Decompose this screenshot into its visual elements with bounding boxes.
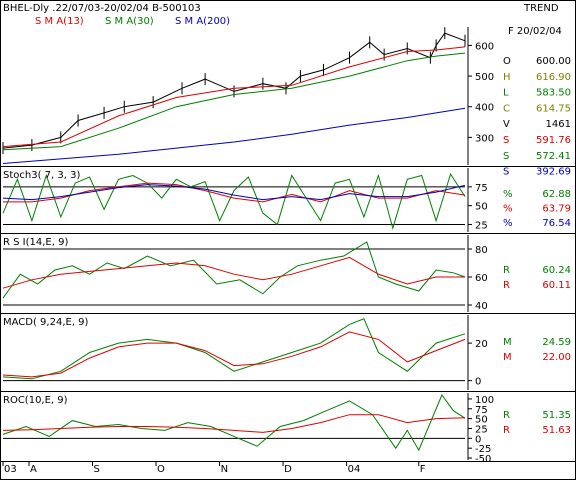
- readout-value-ohlcv: 583.50: [536, 88, 571, 99]
- symbol-info: BHEL-Dly .22/07/03-20/02/04 B-500103: [3, 3, 201, 14]
- panel-macd: 0 20 MACD( 9,24,E, 9): [0, 315, 576, 392]
- readout-label-ohlcv: S: [503, 135, 509, 146]
- readout-value-rsi: 60.24: [542, 265, 571, 276]
- readout-value-ohlcv: 600.00: [536, 56, 571, 67]
- readout-label-ohlcv: O: [503, 56, 511, 67]
- readout-label-rsi: R: [503, 265, 510, 276]
- y-tick-label: 75: [475, 183, 488, 194]
- x-tick-label: D: [284, 464, 292, 475]
- readout-label-rsi: R: [503, 280, 510, 291]
- readout-label-stoch: %: [503, 204, 513, 215]
- x-tick-label: N: [221, 464, 228, 475]
- sma200-legend: S M A(200): [175, 16, 230, 27]
- x-tick-label: O: [157, 464, 165, 475]
- sma30-legend: S M A(30): [105, 16, 154, 27]
- y-tick-label: 300: [475, 133, 494, 144]
- value-readouts: O 600.00 H 616.90 L 583.50 C 614.75 V 1461 S 591.76…: [503, 56, 571, 436]
- y-tick-label: 40: [475, 301, 488, 312]
- y-tick-label: 0: [475, 434, 481, 445]
- readout-label-macd: M: [503, 352, 512, 363]
- y-tick-label: 0: [475, 377, 481, 388]
- y-tick-label: 600: [475, 41, 494, 52]
- readout-value-stoch: 76.54: [542, 218, 571, 229]
- readout-label-ohlcv: S: [503, 151, 509, 162]
- panel-title-macd: MACD( 9,24,E, 9): [3, 317, 89, 328]
- readout-value-ohlcv: 616.90: [536, 72, 571, 83]
- readout-label-macd: M: [503, 337, 512, 348]
- series-line-roc: [2, 393, 466, 452]
- readout-value-roc: 51.35: [542, 410, 571, 421]
- readout-label-ohlcv: V: [503, 119, 510, 130]
- series-line-signal: [2, 331, 466, 378]
- readout-label-stoch: %: [503, 189, 513, 200]
- panel-stoch: 25 50 75 Stoch3( 7, 3, 3): [0, 168, 576, 234]
- readout-value-stoch: 63.79: [542, 204, 571, 215]
- y-tick-label: 50: [475, 202, 488, 213]
- date-label: F 20/02/04: [508, 26, 562, 37]
- panel-title-rsi: R S I(14,E, 9): [3, 237, 68, 248]
- x-tick-label: A: [30, 464, 37, 475]
- indicator-panels: 300400500600255075Stoch3( 7, 3, 3)406080…: [0, 27, 576, 465]
- panel-title-stoch: Stoch3( 7, 3, 3): [3, 170, 80, 181]
- y-tick-label: -25: [475, 444, 491, 455]
- y-tick-label: 25: [475, 424, 488, 435]
- series-line--d: [3, 182, 466, 203]
- readout-label-roc: R: [503, 425, 510, 436]
- y-tick-label: 100: [475, 395, 494, 406]
- readout-value-rsi: 60.11: [542, 280, 571, 291]
- series-line-s-m-a-30-: [2, 52, 466, 151]
- y-tick-label: 75: [475, 405, 488, 416]
- readout-label-ohlcv: S: [503, 167, 509, 178]
- x-axis: 03 A S O N D 04 F: [2, 461, 426, 475]
- readout-label-roc: R: [503, 410, 510, 421]
- readout-value-macd: 24.59: [542, 337, 571, 348]
- y-tick-label: 80: [475, 245, 488, 256]
- x-tick-label: 04: [348, 464, 361, 475]
- y-tick-label: 25: [475, 220, 488, 231]
- readout-value-roc: 51.63: [542, 425, 571, 436]
- series-line--k: [2, 172, 466, 231]
- readout-value-ohlcv: 614.75: [536, 103, 571, 114]
- series-line-signal: [2, 414, 466, 433]
- readout-label-ohlcv: H: [503, 72, 511, 83]
- y-tick-label: 20: [475, 339, 488, 350]
- readout-value-ohlcv: 572.41: [536, 151, 571, 162]
- y-tick-label: 400: [475, 103, 494, 114]
- readout-label-ohlcv: L: [503, 88, 509, 99]
- readout-value-ohlcv: 392.69: [536, 167, 571, 178]
- panel-roc: -50-250255075100 ROC(10,E, 9): [0, 393, 576, 465]
- x-tick-label: F: [420, 464, 426, 475]
- panel-title-roc: ROC(10,E, 9): [3, 395, 68, 406]
- technical-chart: BHEL-Dly .22/07/03-20/02/04 B-500103 TRE…: [0, 0, 576, 480]
- y-tick-label: 500: [475, 72, 494, 83]
- x-tick-label: 03: [4, 464, 17, 475]
- y-tick-label: 50: [475, 415, 488, 426]
- series-line-rsi: [2, 241, 466, 299]
- y-tick-label: 60: [475, 273, 488, 284]
- readout-label-ohlcv: C: [503, 103, 510, 114]
- series-line-s-m-a-200-: [2, 107, 466, 164]
- readout-value-ohlcv: 591.76: [536, 135, 571, 146]
- trend-label: TREND: [523, 3, 559, 14]
- readout-label-stoch: %: [503, 218, 513, 229]
- panel-price: 300 400 500 600: [0, 27, 576, 167]
- readout-value-stoch: 62.88: [542, 189, 571, 200]
- sma13-legend: S M A(13): [35, 16, 84, 27]
- y-tick-label: -50: [475, 454, 491, 465]
- readout-value-macd: 22.00: [542, 352, 571, 363]
- panel-rsi: 40 60 80 R S I(14,E, 9): [0, 235, 576, 314]
- x-tick-label: S: [94, 464, 100, 475]
- readout-value-ohlcv: 1461: [546, 119, 571, 130]
